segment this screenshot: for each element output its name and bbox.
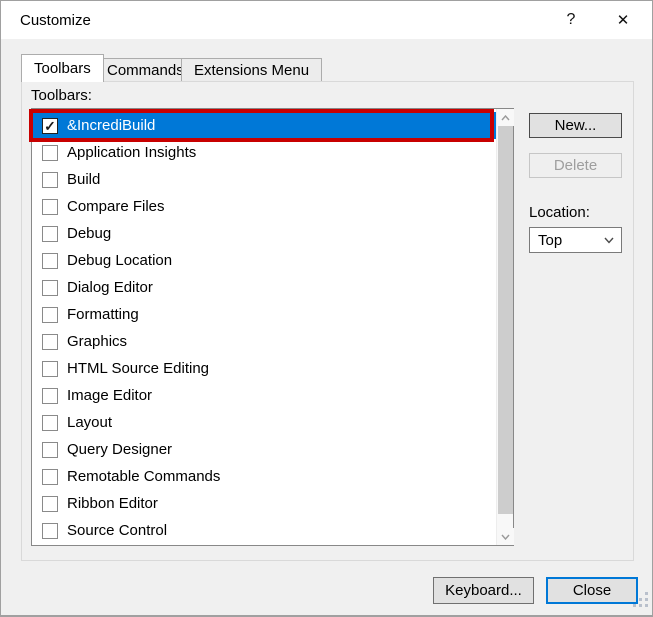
toolbars-listbox: ✓ &IncrediBuild Application Insights Bui…	[31, 108, 514, 546]
new-button[interactable]: New...	[529, 113, 622, 138]
toolbar-checkbox[interactable]	[42, 226, 58, 242]
close-icon[interactable]: ✕	[602, 1, 644, 39]
keyboard-button[interactable]: Keyboard...	[433, 577, 534, 604]
toolbar-checkbox[interactable]	[42, 307, 58, 323]
help-icon[interactable]: ?	[550, 1, 592, 39]
toolbar-checkbox[interactable]	[42, 442, 58, 458]
toolbar-checkbox[interactable]	[42, 199, 58, 215]
toolbar-checkbox[interactable]	[42, 496, 58, 512]
toolbar-checkbox[interactable]	[42, 469, 58, 485]
toolbar-checkbox[interactable]	[42, 334, 58, 350]
list-scrollbar[interactable]	[496, 109, 513, 545]
scrollbar-up-icon[interactable]	[497, 109, 514, 126]
toolbar-list-item[interactable]: Formatting	[32, 301, 496, 328]
toolbar-checkbox[interactable]	[42, 415, 58, 431]
customize-dialog: Customize ? ✕ Toolbars Commands Extensio…	[0, 0, 653, 617]
toolbar-item-label: Layout	[67, 414, 112, 431]
toolbar-checkbox[interactable]: ✓	[42, 118, 58, 134]
dialog-title: Customize	[20, 12, 91, 29]
tab-toolbars[interactable]: Toolbars	[21, 54, 104, 82]
toolbar-list-item[interactable]: Remotable Commands	[32, 463, 496, 490]
toolbar-list-item[interactable]: Ribbon Editor	[32, 490, 496, 517]
chevron-down-icon	[604, 237, 614, 244]
delete-button[interactable]: Delete	[529, 153, 622, 178]
toolbar-list-item[interactable]: Image Editor	[32, 382, 496, 409]
title-bar: Customize ? ✕	[1, 1, 652, 39]
toolbar-checkbox[interactable]	[42, 523, 58, 539]
toolbar-item-label: Graphics	[67, 333, 127, 350]
toolbar-item-label: Application Insights	[67, 144, 196, 161]
toolbar-item-label: Formatting	[67, 306, 139, 323]
toolbar-item-label: Debug	[67, 225, 111, 242]
toolbar-list-item[interactable]: Graphics	[32, 328, 496, 355]
toolbar-item-label: Remotable Commands	[67, 468, 220, 485]
toolbar-list-item[interactable]: Debug	[32, 220, 496, 247]
toolbar-listbox-content: ✓ &IncrediBuild Application Insights Bui…	[32, 109, 496, 545]
toolbar-checkbox[interactable]	[42, 361, 58, 377]
toolbar-list-item[interactable]: Query Designer	[32, 436, 496, 463]
toolbar-list-item[interactable]: Layout	[32, 409, 496, 436]
scrollbar-thumb[interactable]	[498, 126, 513, 514]
toolbar-checkbox[interactable]	[42, 253, 58, 269]
toolbar-item-label: Ribbon Editor	[67, 495, 158, 512]
toolbar-item-label: Build	[67, 171, 100, 188]
toolbar-list-item[interactable]: Debug Location	[32, 247, 496, 274]
toolbar-checkbox[interactable]	[42, 388, 58, 404]
toolbar-item-label: Image Editor	[67, 387, 152, 404]
toolbar-item-label: &IncrediBuild	[67, 117, 155, 134]
toolbar-list-item[interactable]: ✓ &IncrediBuild	[32, 112, 496, 139]
toolbar-item-label: Dialog Editor	[67, 279, 153, 296]
toolbar-list-item[interactable]: HTML Source Editing	[32, 355, 496, 382]
toolbar-checkbox[interactable]	[42, 172, 58, 188]
toolbar-item-label: Source Control	[67, 522, 167, 539]
toolbar-list-item[interactable]: Build	[32, 166, 496, 193]
close-button[interactable]: Close	[546, 577, 638, 604]
toolbar-list-item[interactable]: Application Insights	[32, 139, 496, 166]
toolbar-item-label: Compare Files	[67, 198, 165, 215]
toolbar-checkbox[interactable]	[42, 145, 58, 161]
tab-extensions-menu[interactable]: Extensions Menu	[181, 58, 322, 81]
toolbar-item-label: Debug Location	[67, 252, 172, 269]
location-dropdown[interactable]: Top	[529, 227, 622, 253]
toolbar-item-label: Query Designer	[67, 441, 172, 458]
location-selected-value: Top	[538, 232, 604, 249]
toolbars-list-label: Toolbars:	[31, 87, 92, 104]
toolbar-list-item[interactable]: Compare Files	[32, 193, 496, 220]
toolbar-list-item[interactable]: Source Control	[32, 517, 496, 544]
resize-grip-icon[interactable]	[631, 590, 649, 613]
scrollbar-down-icon[interactable]	[497, 528, 514, 545]
toolbar-checkbox[interactable]	[42, 280, 58, 296]
toolbar-item-label: HTML Source Editing	[67, 360, 209, 377]
location-label: Location:	[529, 204, 590, 221]
toolbar-list-item[interactable]: Dialog Editor	[32, 274, 496, 301]
